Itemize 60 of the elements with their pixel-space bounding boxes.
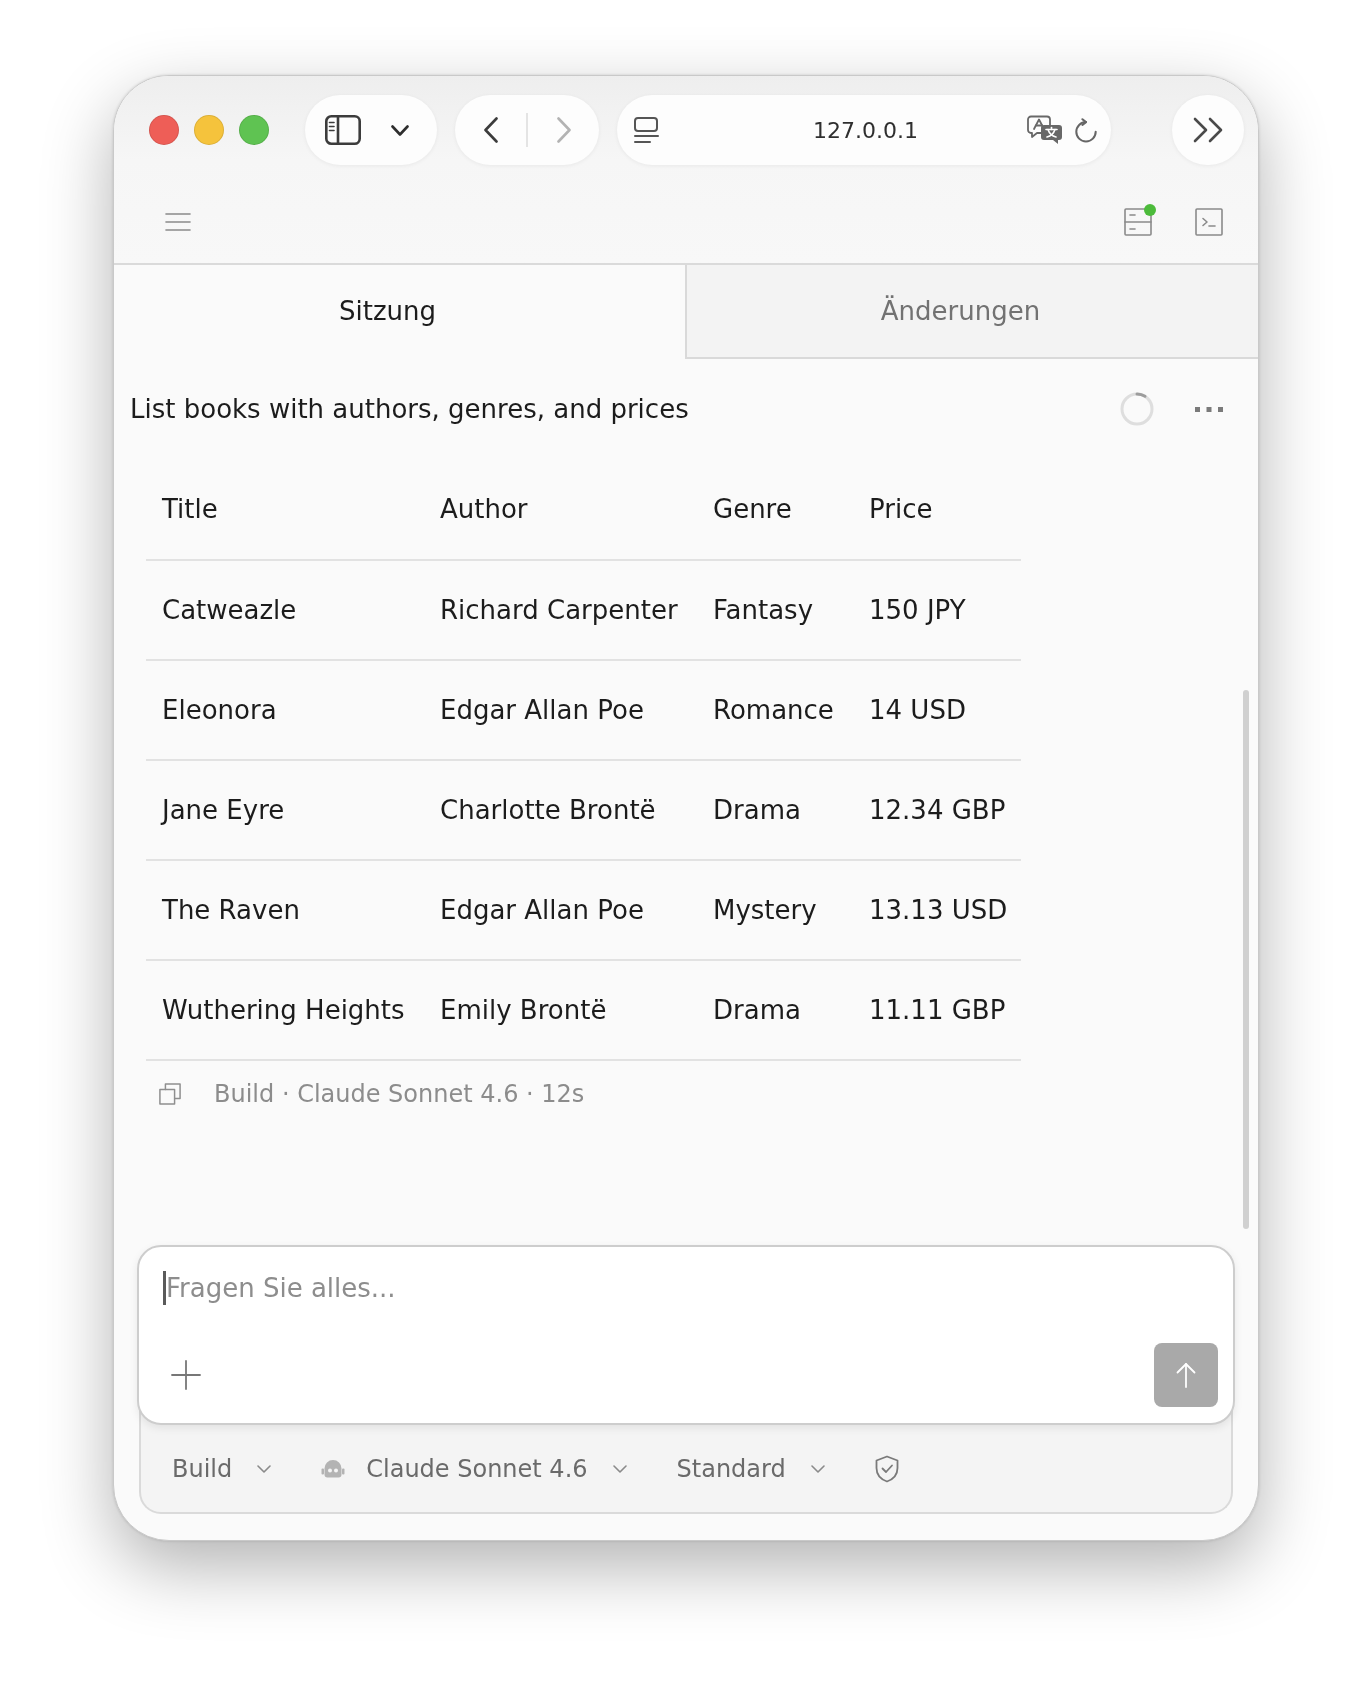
tab[interactable]: Änderungen (685, 265, 1258, 359)
table-cell-text: Drama (712, 795, 802, 825)
message-meta: Build · Claude Sonnet 4.6 · 12s (214, 1080, 585, 1108)
dropdown-button[interactable]: Build (172, 1454, 272, 1483)
table-cell-text: Richard Carpenter (439, 595, 679, 625)
table-cell-text: 14 USD (868, 695, 967, 725)
translate-icon[interactable] (1027, 115, 1063, 145)
sidebar-icon (325, 115, 361, 145)
text-cursor (163, 1271, 166, 1305)
table-cell-text: Charlotte Brontë (439, 795, 657, 825)
chevron-left-icon (483, 117, 498, 143)
plus-icon (171, 1360, 201, 1390)
table-cell-text: 11.11 GBP (868, 995, 1007, 1025)
column-header: Price (868, 494, 934, 524)
table-cell-text: Romance (712, 695, 835, 725)
table-cell-text: Fantasy (712, 595, 815, 625)
chevron-down-icon (810, 1464, 825, 1473)
dropdown-button[interactable]: Standard (676, 1454, 825, 1483)
column-header: Genre (712, 494, 793, 524)
message-input[interactable]: Fragen Sie alles... (166, 1268, 1218, 1308)
table-cell-text: The Raven (161, 895, 301, 925)
arrow-up-icon (1176, 1362, 1196, 1388)
table-cell-text: Jane Eyre (159, 795, 286, 825)
menu-icon (165, 212, 191, 232)
address-bar[interactable]: 127.0.0.1 (617, 95, 1111, 165)
minimize-button[interactable] (194, 115, 224, 145)
chevron-down-icon (391, 124, 409, 136)
column-header: Title (161, 494, 219, 524)
copy-icon[interactable] (159, 1083, 181, 1105)
address-text: 127.0.0.1 (813, 117, 918, 143)
table-cell-text: Edgar Allan Poe (439, 695, 645, 725)
table-cell-text: Wuthering Heights (161, 995, 406, 1025)
panel-icon (1124, 208, 1152, 236)
scrollbar-thumb[interactable] (1243, 690, 1249, 1229)
chevron-down-icon (257, 1464, 272, 1473)
table-cell-text: Catweazle (161, 595, 298, 625)
model-dropdown[interactable]: Claude Sonnet 4.6 (321, 1454, 627, 1483)
table-cell-text: Emily Brontë (439, 995, 608, 1025)
table-cell-text: Edgar Allan Poe (439, 895, 645, 925)
reload-icon[interactable] (1075, 117, 1097, 143)
chevron-down-icon (612, 1464, 627, 1473)
double-chevron-icon (1192, 117, 1224, 143)
terminal-icon (1195, 208, 1223, 236)
column-header: Author (439, 494, 529, 524)
bot-icon (321, 1459, 346, 1478)
page-menu-icon[interactable] (634, 117, 660, 143)
tab[interactable]: Sitzung (114, 265, 685, 359)
close-button[interactable] (149, 115, 179, 145)
table-cell-text: Eleonora (161, 695, 278, 725)
table-cell-text: 12.34 GBP (868, 795, 1007, 825)
table-cell-text: 13.13 USD (868, 895, 1009, 925)
shield-check-icon (874, 1454, 899, 1483)
table-cell-text: Mystery (712, 895, 818, 925)
zoom-button[interactable] (239, 115, 269, 145)
table-cell-text: Drama (712, 995, 802, 1025)
more-icon (1195, 406, 1223, 412)
chevron-right-icon (556, 117, 571, 143)
table-cell-text: 150 JPY (868, 595, 967, 625)
prompt-title: List books with authors, genres, and prices (130, 394, 689, 424)
permissions-button[interactable] (874, 1454, 899, 1483)
